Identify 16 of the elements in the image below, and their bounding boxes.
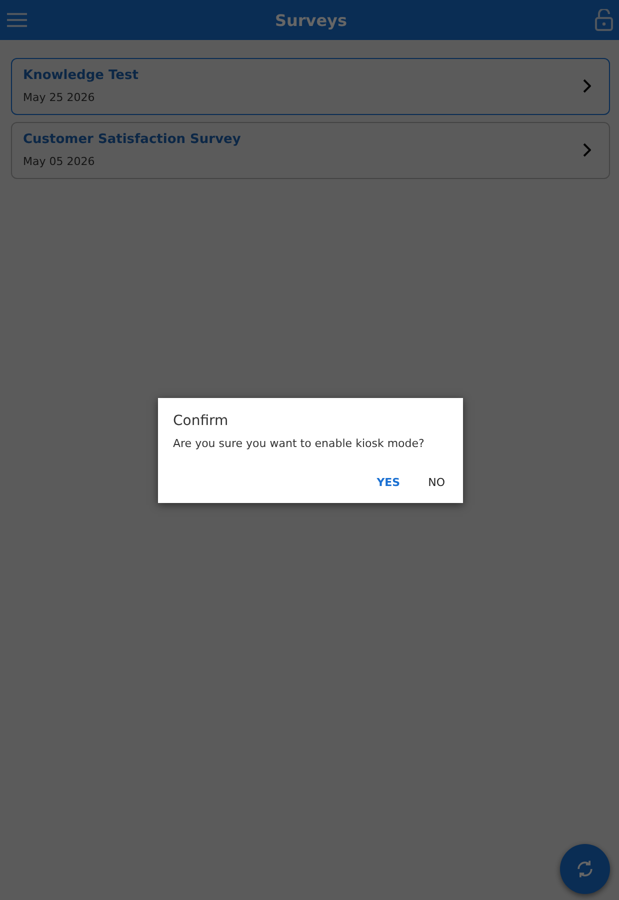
unlocked-padlock-icon[interactable] (594, 9, 613, 31)
sync-button[interactable] (560, 844, 610, 894)
menu-icon[interactable] (7, 13, 27, 27)
cancel-button[interactable]: NO (416, 470, 457, 495)
survey-date: May 05 2026 (23, 155, 96, 168)
survey-card[interactable]: Customer Satisfaction Survey May 05 2026 (11, 122, 610, 179)
chevron-right-icon (583, 79, 591, 93)
survey-card[interactable]: Knowledge Test May 25 2026 (11, 58, 610, 115)
survey-title: Customer Satisfaction Survey (23, 132, 241, 147)
survey-title: Knowledge Test (23, 68, 138, 83)
chevron-right-icon (583, 143, 591, 157)
survey-date: May 25 2026 (23, 91, 96, 104)
dialog-title: Confirm (173, 413, 230, 429)
header-title: Surveys (274, 10, 348, 30)
dialog-message: Are you sure you want to enable kiosk mode? (173, 437, 426, 450)
confirm-button[interactable]: YES (364, 470, 412, 495)
